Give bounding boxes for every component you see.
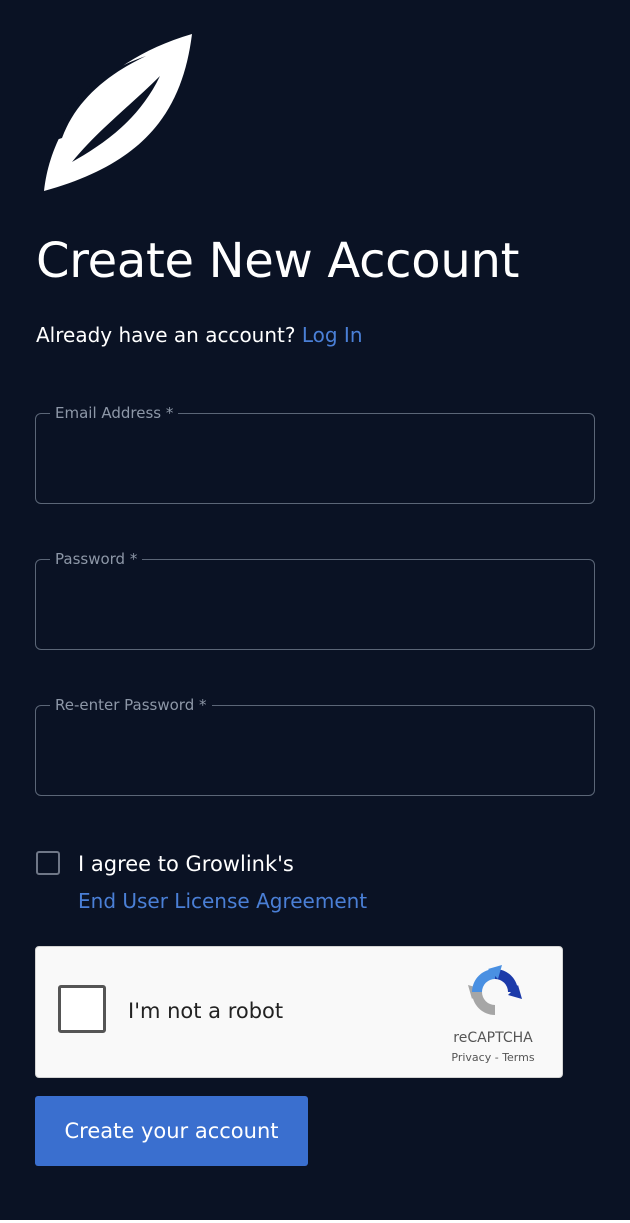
recaptcha-icon [468,965,522,1015]
recaptcha-links: Privacy - Terms [428,1051,558,1065]
recaptcha-checkbox[interactable] [58,985,106,1033]
create-account-button[interactable]: Create your account [35,1096,308,1166]
email-label: Email Address * [55,404,174,422]
reenter-password-input[interactable] [51,738,575,776]
eula-agree-text: I agree to Growlink's [78,852,294,876]
recaptcha-widget: I'm not a robot reCAPTCHA Privacy - Term… [35,946,563,1078]
reenter-password-field: Re-enter Password * [35,698,595,796]
recaptcha-label: I'm not a robot [128,999,284,1023]
recaptcha-privacy-link[interactable]: Privacy [451,1051,491,1064]
password-field: Password * [35,552,595,650]
eula-checkbox[interactable] [36,851,60,875]
page-title: Create New Account [36,233,520,289]
recaptcha-link-separator: - [491,1051,503,1064]
reenter-password-label: Re-enter Password * [55,696,207,714]
password-input[interactable] [51,592,575,630]
signup-screen: Create New Account Already have an accou… [0,0,630,1220]
email-input[interactable] [51,446,575,484]
leaf-logo-icon [44,34,192,191]
login-prompt: Already have an account? Log In [36,322,363,348]
login-prompt-text: Already have an account? [36,323,296,347]
email-field: Email Address * [35,406,595,504]
eula-link[interactable]: End User License Agreement [78,887,367,915]
recaptcha-brand: reCAPTCHA [453,1030,533,1046]
recaptcha-terms-link[interactable]: Terms [502,1051,534,1064]
password-label: Password * [55,550,138,568]
login-link[interactable]: Log In [302,323,363,347]
